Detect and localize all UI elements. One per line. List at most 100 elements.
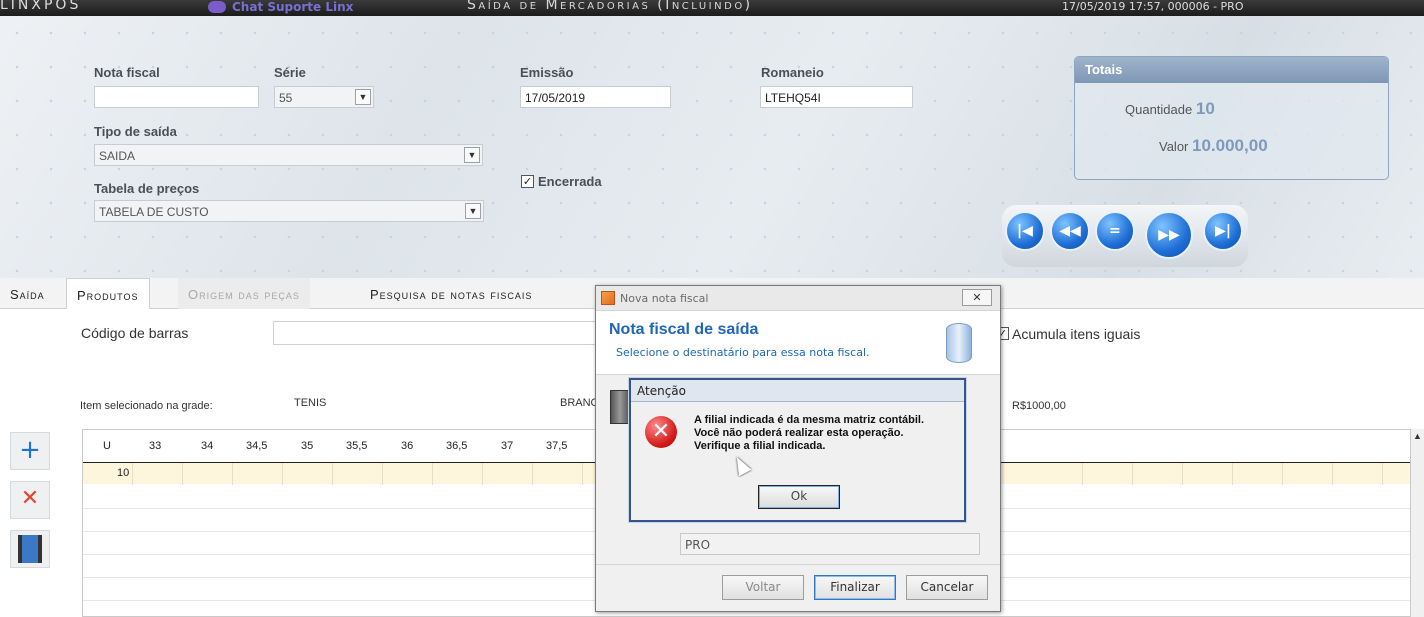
dialog-divider (596, 564, 1000, 565)
serie-label: Série (274, 65, 306, 80)
encerrada-label: Encerrada (538, 174, 602, 189)
atencao-alert: Atenção ✕ A filial indicada é da mesma m… (629, 378, 966, 522)
grid-header-size: 35,5 (346, 440, 368, 452)
last-icon[interactable]: ▶| (1203, 211, 1243, 251)
chat-support-label: Chat Suporte Linx (232, 0, 354, 14)
media-item-button[interactable] (10, 530, 50, 568)
tipo-saida-label: Tipo de saída (94, 124, 177, 139)
acumula-label: Acumula itens iguais (1012, 326, 1141, 342)
computer-icon (610, 390, 630, 424)
tabela-precos-label: Tabela de preços (94, 181, 200, 196)
filial-input[interactable]: PRO (680, 533, 980, 555)
tab-origem-pecas[interactable]: Origem das peças (178, 278, 310, 309)
film-icon (18, 535, 42, 563)
grid-cell[interactable] (1183, 463, 1233, 485)
tab-saida[interactable]: Saída (0, 278, 55, 309)
grid-cell[interactable] (533, 463, 583, 485)
grid-header-size: 34,5 (246, 440, 268, 452)
plus-icon: + (19, 435, 41, 465)
nota-fiscal-label: Nota fiscal (94, 65, 160, 80)
voltar-button[interactable]: Voltar (722, 575, 804, 600)
grid-cell[interactable] (183, 463, 233, 485)
close-icon[interactable]: ✕ (962, 289, 992, 306)
grid-cell[interactable] (383, 463, 433, 485)
equals-icon[interactable]: = (1095, 211, 1135, 251)
add-item-button[interactable]: + (10, 432, 50, 470)
grid-header-size: 35 (301, 440, 314, 452)
grid-header-size: 33 (149, 440, 162, 452)
quantidade-label: Quantidade (1125, 102, 1193, 117)
app-window-icon (601, 291, 615, 305)
previous-icon[interactable]: ◀◀ (1050, 211, 1090, 251)
item-cor: BRANC (560, 397, 599, 409)
emissao-input[interactable]: 17/05/2019 (520, 86, 671, 108)
scroll-up-icon[interactable]: ▲ (1413, 431, 1422, 441)
grid-header-size: 37,5 (546, 440, 568, 452)
grid-cell[interactable] (1333, 463, 1383, 485)
serie-value: 55 (279, 91, 293, 105)
first-icon[interactable]: |◀ (1005, 211, 1045, 251)
grid-cell[interactable] (483, 463, 533, 485)
dialog-subheading: Selecione o destinatário para essa nota … (616, 346, 870, 359)
tabela-precos-value: TABELA DE CUSTO (99, 205, 209, 219)
grid-header-size: 34 (201, 440, 214, 452)
chevron-down-icon[interactable]: ▼ (464, 147, 480, 163)
nota-fiscal-input[interactable] (94, 86, 259, 108)
next-icon[interactable]: ▶▶ (1145, 211, 1193, 259)
chat-support-link[interactable]: Chat Suporte Linx (208, 0, 353, 14)
title-bar: LINXPOS Chat Suporte Linx Saída de Merca… (0, 0, 1424, 16)
tab-produtos[interactable]: Produtos (66, 278, 150, 310)
database-icon (946, 323, 972, 363)
grid-header-size: 37 (501, 440, 514, 452)
emissao-label: Emissão (520, 65, 574, 80)
grid-cell[interactable] (333, 463, 383, 485)
grid-cell[interactable] (1283, 463, 1333, 485)
romaneio-input[interactable]: LTEHQ54I (760, 86, 913, 108)
codigo-barras-input[interactable] (273, 321, 613, 345)
error-icon: ✕ (645, 416, 677, 448)
grid-header-size: 36 (401, 440, 414, 452)
alert-line-3: Verifique a filial indicada. (694, 440, 826, 452)
tabela-precos-select[interactable]: TABELA DE CUSTO ▼ (94, 200, 484, 222)
grid-cell[interactable] (283, 463, 333, 485)
chevron-down-icon[interactable]: ▼ (355, 89, 371, 105)
item-selecionado-label: Item selecionado na grade: (80, 400, 213, 412)
item-produto: TENIS (294, 397, 327, 409)
grid-cell[interactable] (1083, 463, 1133, 485)
grid-cell[interactable] (133, 463, 183, 485)
dialog-banner: Nota fiscal de saída Selecione o destina… (596, 311, 1000, 375)
grid-cell[interactable] (83, 463, 133, 485)
dialog-title-bar: Nova nota fiscal ✕ (596, 286, 1000, 311)
delete-x-icon: ✕ (20, 486, 40, 511)
grid-cell[interactable] (1133, 463, 1183, 485)
grid-cell[interactable] (433, 463, 483, 485)
codigo-barras-label: Código de barras (81, 325, 189, 341)
record-navigation: |◀ ◀◀ = ▶▶ ▶| (1002, 205, 1248, 267)
dialog-title: Nova nota fiscal (620, 292, 709, 305)
alert-line-2: Você não poderá realizar esta operação. (694, 427, 904, 439)
tab-pesquisa-notas[interactable]: Pesquisa de notas fiscais (360, 278, 542, 309)
window-title: Saída de Mercadorias (Incluindo) (467, 0, 753, 13)
grid-header-u: U (103, 440, 111, 452)
encerrada-checkbox[interactable]: ✓ (521, 175, 534, 188)
totais-title: Totais (1075, 57, 1388, 83)
remove-item-button[interactable]: ✕ (10, 481, 50, 519)
ok-button[interactable]: Ok (758, 485, 840, 509)
chevron-down-icon[interactable]: ▼ (465, 203, 481, 219)
dialog-heading: Nota fiscal de saída (609, 321, 759, 338)
totais-panel: Totais Quantidade 10 Valor 10.000,00 (1074, 56, 1389, 180)
finalizar-button[interactable]: Finalizar (814, 575, 896, 600)
vertical-scrollbar[interactable]: ▲ (1411, 429, 1424, 617)
grid-cell[interactable] (233, 463, 283, 485)
serie-select[interactable]: 55 ▼ (274, 86, 374, 108)
alert-title-bar: Atenção (631, 380, 964, 402)
grid-cell[interactable] (1033, 463, 1083, 485)
valor-value: 10.000,00 (1192, 136, 1268, 155)
app-brand: LINXPOS (0, 0, 82, 13)
grid-cell[interactable] (1233, 463, 1283, 485)
tipo-saida-select[interactable]: SAIDA ▼ (94, 144, 483, 166)
session-timestamp: 17/05/2019 17:57, 000006 - PRO (1062, 0, 1244, 13)
cancelar-button[interactable]: Cancelar (906, 575, 988, 600)
alert-line-1: A filial indicada é da mesma matriz cont… (694, 414, 925, 426)
alert-message: A filial indicada é da mesma matriz cont… (694, 414, 924, 453)
